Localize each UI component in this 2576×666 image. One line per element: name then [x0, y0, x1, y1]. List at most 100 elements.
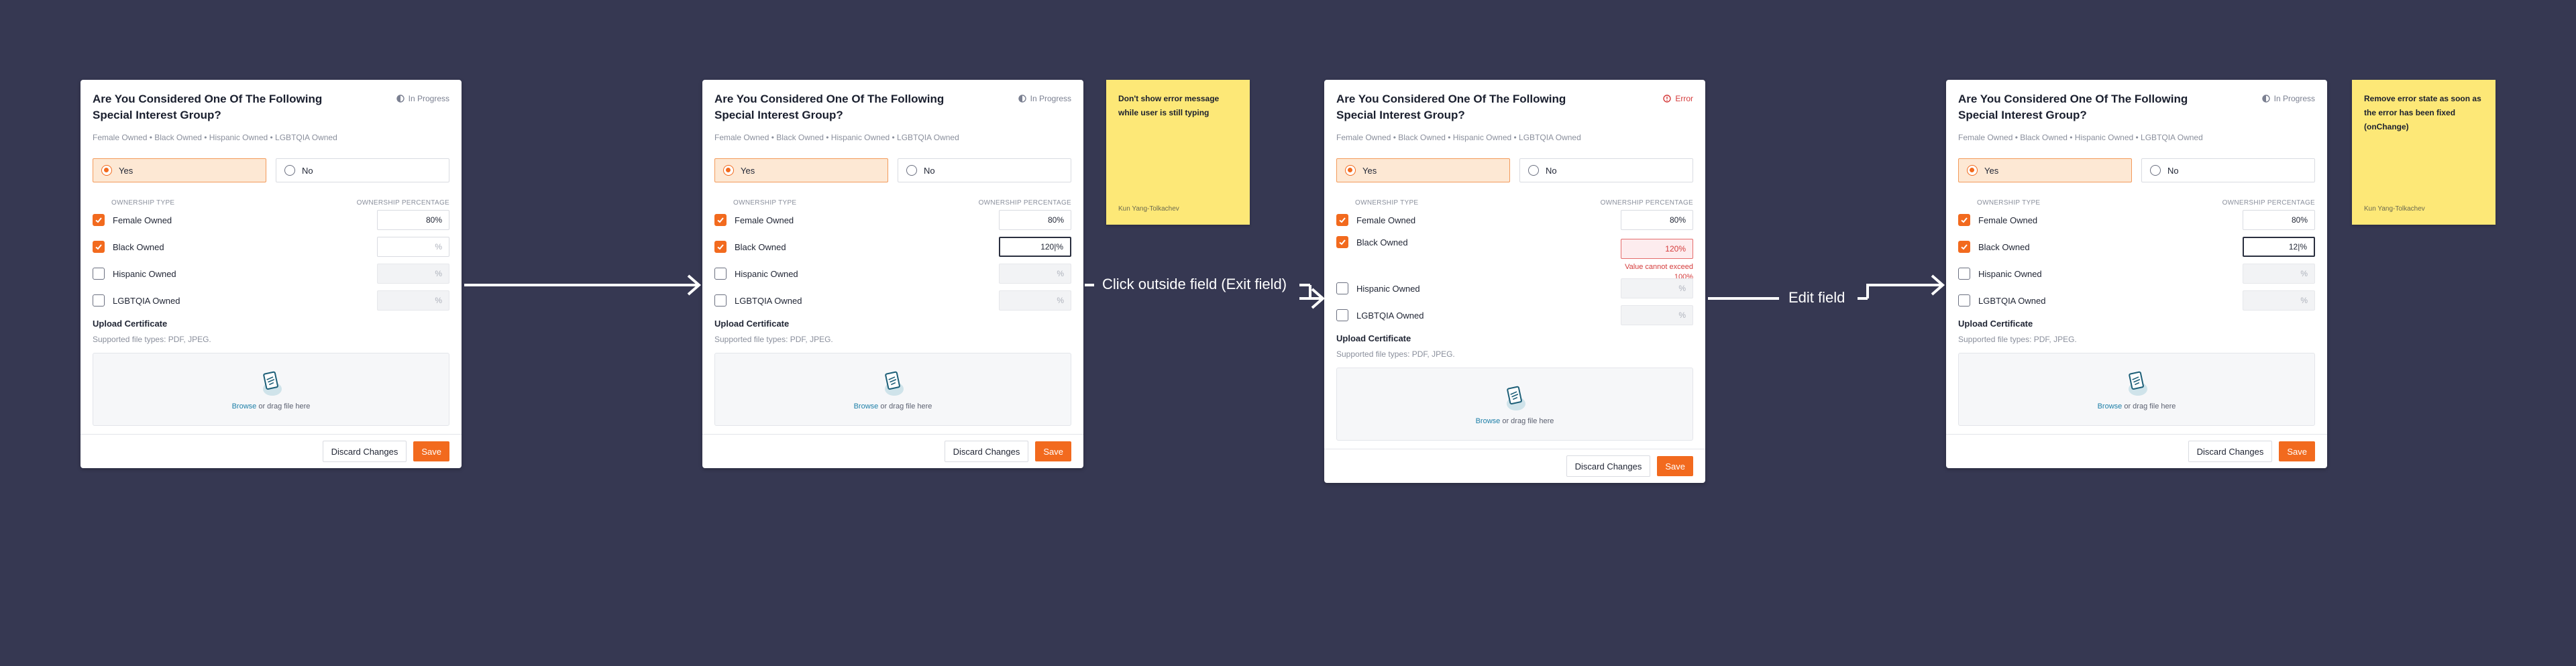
checkbox-hispanic[interactable] — [1336, 282, 1348, 294]
percentage-input-hispanic[interactable]: % — [2243, 264, 2315, 284]
file-dropzone[interactable]: Browse or drag file here — [93, 353, 449, 426]
percentage-input-black[interactable]: % — [377, 237, 449, 257]
ownership-row-black: Black Owned % — [93, 233, 449, 260]
percentage-input-lgbtqia[interactable]: % — [999, 290, 1071, 311]
percentage-input-hispanic[interactable]: % — [999, 264, 1071, 284]
checkbox-black[interactable] — [93, 241, 105, 253]
drop-text: Browse or drag file here — [2097, 402, 2176, 410]
discard-changes-button[interactable]: Discard Changes — [1566, 455, 1651, 477]
checkbox-hispanic[interactable] — [93, 268, 105, 280]
no-label: No — [2167, 165, 2179, 176]
discard-changes-button[interactable]: Discard Changes — [944, 441, 1029, 462]
save-button[interactable]: Save — [1657, 456, 1693, 476]
save-button[interactable]: Save — [413, 441, 449, 461]
yes-option[interactable]: Yes — [1958, 158, 2132, 182]
form-title: Are You Considered One Of The Following … — [93, 93, 323, 121]
ownership-label: LGBTQIA Owned — [1356, 310, 1424, 321]
ownership-label: LGBTQIA Owned — [113, 295, 180, 306]
checkbox-lgbtqia[interactable] — [1958, 294, 1970, 307]
file-dropzone[interactable]: Browse or drag file here — [714, 353, 1071, 426]
form-subtitle: Female Owned • Black Owned • Hispanic Ow… — [714, 133, 959, 142]
status-text: In Progress — [408, 94, 449, 103]
status-badge: In Progress — [2261, 94, 2315, 103]
ownership-label: LGBTQIA Owned — [1978, 295, 2046, 306]
percentage-input-black[interactable]: 120% — [1621, 239, 1693, 259]
status-text: In Progress — [1030, 94, 1071, 103]
percentage-input-lgbtqia[interactable]: % — [2243, 290, 2315, 311]
percentage-input-female[interactable]: 80% — [2243, 210, 2315, 230]
percentage-input-female[interactable]: 80% — [999, 210, 1071, 230]
save-button[interactable]: Save — [1035, 441, 1071, 461]
drop-text: Browse or drag file here — [1475, 417, 1554, 425]
percentage-input-lgbtqia[interactable]: % — [377, 290, 449, 311]
form-footer: Discard Changes Save — [1324, 449, 1705, 483]
file-dropzone[interactable]: Browse or drag file here — [1958, 353, 2315, 426]
yes-option[interactable]: Yes — [1336, 158, 1510, 182]
checkbox-lgbtqia[interactable] — [1336, 309, 1348, 321]
ownership-row-lgbtqia: LGBTQIA Owned % — [1336, 302, 1693, 329]
save-button[interactable]: Save — [2279, 441, 2315, 461]
checkbox-female[interactable] — [714, 214, 727, 226]
no-option[interactable]: No — [276, 158, 449, 182]
document-icon — [263, 371, 282, 396]
ownership-row-female: Female Owned 80% — [1336, 207, 1693, 233]
percentage-input-black[interactable]: 12|% — [2243, 237, 2315, 257]
yes-option[interactable]: Yes — [93, 158, 266, 182]
no-label: No — [924, 165, 935, 176]
document-icon — [885, 371, 904, 396]
no-option[interactable]: No — [898, 158, 1071, 182]
browse-link[interactable]: Browse — [232, 402, 257, 410]
ownership-row-black: Black Owned 120% Value cannot exceed 100… — [1336, 233, 1693, 281]
checkbox-hispanic[interactable] — [1958, 268, 1970, 280]
percentage-input-lgbtqia[interactable]: % — [1621, 305, 1693, 325]
form-title: Are You Considered One Of The Following … — [714, 93, 945, 121]
checkbox-female[interactable] — [93, 214, 105, 226]
browse-link[interactable]: Browse — [854, 402, 879, 410]
percentage-input-female[interactable]: 80% — [377, 210, 449, 230]
no-option[interactable]: No — [2141, 158, 2315, 182]
percentage-input-black[interactable]: 120|% — [999, 237, 1071, 257]
browse-link[interactable]: Browse — [2098, 402, 2123, 410]
ownership-label: Hispanic Owned — [735, 268, 798, 279]
ownership-row-lgbtqia: LGBTQIA Owned % — [714, 287, 1071, 314]
form-subtitle: Female Owned • Black Owned • Hispanic Ow… — [1336, 133, 1581, 142]
check-icon — [1339, 239, 1346, 245]
file-dropzone[interactable]: Browse or drag file here — [1336, 368, 1693, 441]
status-text: In Progress — [2273, 94, 2315, 103]
check-icon — [717, 244, 724, 250]
no-option[interactable]: No — [1519, 158, 1693, 182]
discard-changes-button[interactable]: Discard Changes — [322, 441, 407, 462]
ownership-label: Black Owned — [1356, 237, 1408, 247]
column-header-percentage: OWNERSHIP PERCENTAGE — [356, 199, 449, 207]
column-header-percentage: OWNERSHIP PERCENTAGE — [978, 199, 1071, 207]
radio-icon — [101, 165, 112, 176]
yes-option[interactable]: Yes — [714, 158, 888, 182]
radio-icon — [1967, 165, 1978, 176]
ownership-label: Hispanic Owned — [113, 268, 176, 279]
checkbox-black[interactable] — [1336, 236, 1348, 248]
upload-title: Upload Certificate — [93, 319, 168, 329]
percentage-input-hispanic[interactable]: % — [377, 264, 449, 284]
checkbox-lgbtqia[interactable] — [93, 294, 105, 307]
check-icon — [95, 244, 102, 250]
drop-text: Browse or drag file here — [853, 402, 932, 410]
checkbox-female[interactable] — [1336, 214, 1348, 226]
percentage-input-female[interactable]: 80% — [1621, 210, 1693, 230]
ownership-row-hispanic: Hispanic Owned % — [1958, 260, 2315, 287]
upload-subtitle: Supported file types: PDF, JPEG. — [1336, 349, 1455, 359]
discard-changes-button[interactable]: Discard Changes — [2188, 441, 2273, 462]
checkbox-black[interactable] — [1958, 241, 1970, 253]
ownership-label: Hispanic Owned — [1356, 283, 1420, 294]
form-card-step-1: Are You Considered One Of The Following … — [80, 80, 462, 468]
browse-link[interactable]: Browse — [1476, 417, 1501, 425]
checkbox-black[interactable] — [714, 241, 727, 253]
percentage-input-hispanic[interactable]: % — [1621, 278, 1693, 298]
ownership-row-black: Black Owned 12|% — [1958, 233, 2315, 260]
ownership-label: Black Owned — [735, 241, 786, 252]
checkbox-hispanic[interactable] — [714, 268, 727, 280]
upload-subtitle: Supported file types: PDF, JPEG. — [93, 335, 211, 344]
note-text: Don't show error message while user is s… — [1118, 94, 1220, 117]
form-card-step-4: Are You Considered One Of The Following … — [1946, 80, 2327, 468]
checkbox-female[interactable] — [1958, 214, 1970, 226]
checkbox-lgbtqia[interactable] — [714, 294, 727, 307]
